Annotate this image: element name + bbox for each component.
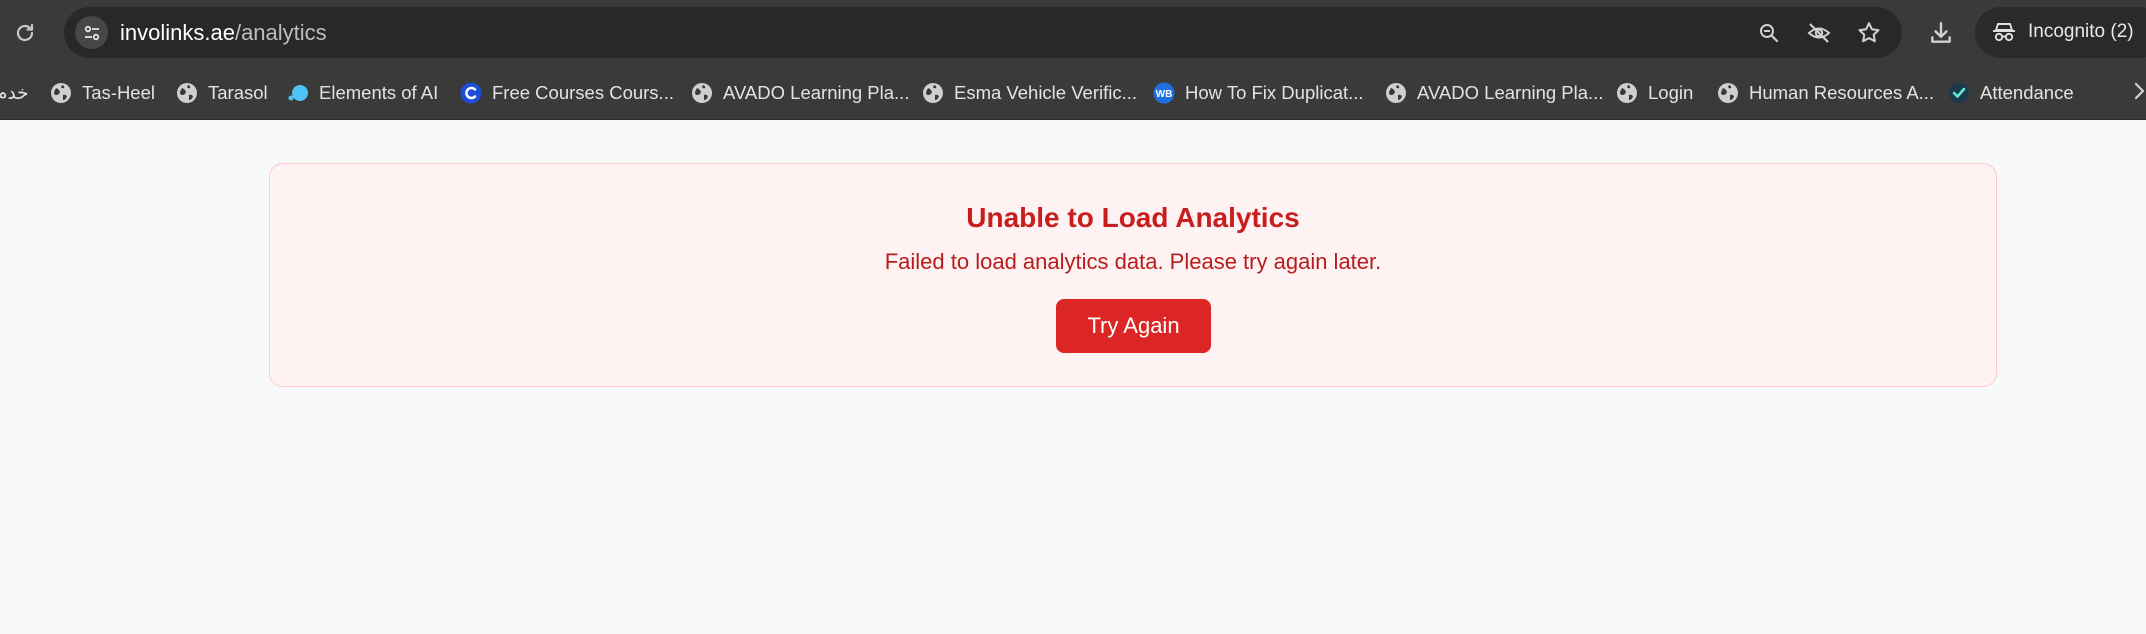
bookmark-item[interactable]: Free Courses Cours... (460, 78, 674, 108)
tracking-protection-icon[interactable] (1805, 19, 1833, 47)
bookmark-item[interactable]: خدم (0, 78, 29, 108)
zoom-icon[interactable] (1755, 19, 1783, 47)
bookmark-label: Free Courses Cours... (492, 82, 674, 103)
incognito-button[interactable]: Incognito (2) (1975, 7, 2146, 58)
bookmark-label: Tarasol (208, 82, 268, 103)
error-title: Unable to Load Analytics (966, 202, 1300, 233)
url-host: involinks.ae (120, 20, 235, 45)
globe-icon (691, 82, 713, 104)
site-info-icon[interactable] (75, 16, 108, 49)
browser-toolbar: involinks.ae/analytics Incognito (2) (0, 0, 2146, 66)
elements-of-ai-icon (287, 82, 309, 104)
bookmark-label: AVADO Learning Pla... (1417, 82, 1604, 103)
attendance-icon (1948, 82, 1970, 104)
bookmark-item[interactable]: Esma Vehicle Verific... (922, 78, 1137, 108)
globe-icon (176, 82, 198, 104)
bookmark-label: Human Resources A... (1749, 82, 1935, 103)
bookmark-item[interactable]: AVADO Learning Pla... (1385, 78, 1603, 108)
bookmarks-overflow-icon[interactable] (2134, 80, 2146, 106)
bookmark-item[interactable]: AVADO Learning Pla... (691, 78, 909, 108)
globe-icon (1385, 82, 1407, 104)
reload-icon[interactable] (10, 18, 40, 48)
bookmark-label: Attendance (1980, 82, 2074, 103)
bookmark-item[interactable]: WB How To Fix Duplicat... (1153, 78, 1364, 108)
bookmark-label: How To Fix Duplicat... (1185, 82, 1364, 103)
globe-icon (1717, 82, 1739, 104)
bookmark-label: Tas-Heel (82, 82, 155, 103)
incognito-icon (1991, 19, 2017, 45)
globe-icon (1616, 82, 1638, 104)
try-again-button[interactable]: Try Again (1056, 299, 1211, 353)
url-path: /analytics (234, 20, 327, 45)
wb-logo-icon: WB (1153, 82, 1175, 104)
bookmark-label: Esma Vehicle Verific... (954, 82, 1138, 103)
c-logo-icon (460, 82, 482, 104)
bookmark-item[interactable]: Attendance (1948, 78, 2074, 108)
bookmark-item[interactable]: Elements of AI (287, 78, 438, 108)
bookmark-item[interactable]: Login (1616, 78, 1693, 108)
bookmark-item[interactable]: Tas-Heel (50, 78, 155, 108)
download-icon[interactable] (1926, 18, 1956, 48)
bookmark-star-icon[interactable] (1855, 19, 1883, 47)
bookmarks-bar: خدم Tas-Heel Tarasol Elements of AI Free… (0, 66, 2146, 120)
bookmark-label: Login (1648, 82, 1694, 103)
bookmark-label: خدم (0, 82, 29, 103)
globe-icon (922, 82, 944, 104)
bookmark-label: AVADO Learning Pla... (723, 82, 910, 103)
incognito-label: Incognito (2) (2028, 21, 2134, 42)
error-message: Failed to load analytics data. Please tr… (884, 249, 1382, 274)
svg-text:WB: WB (1156, 89, 1173, 100)
error-card: Unable to Load Analytics Failed to load … (269, 163, 1997, 387)
bookmark-label: Elements of AI (319, 82, 439, 103)
address-bar[interactable]: involinks.ae/analytics (64, 7, 1902, 58)
globe-icon (50, 82, 72, 104)
bookmark-item[interactable]: Tarasol (176, 78, 268, 108)
url-text[interactable]: involinks.ae/analytics (120, 20, 327, 46)
bookmark-item[interactable]: Human Resources A... (1717, 78, 1934, 108)
